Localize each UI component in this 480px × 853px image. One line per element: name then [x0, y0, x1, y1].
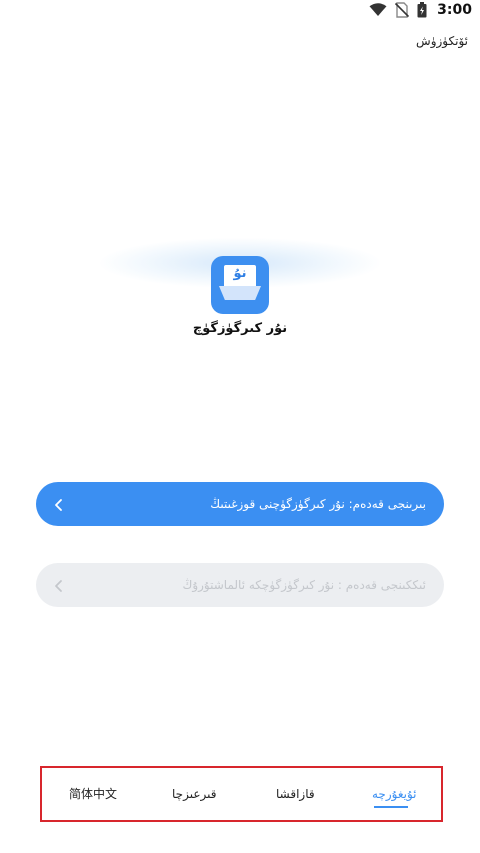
- language-option-kazakh[interactable]: قازاقشا: [276, 768, 315, 820]
- selected-language-indicator: [374, 806, 408, 808]
- battery-icon: [417, 2, 427, 18]
- status-bar: 3:00: [0, 0, 480, 24]
- chevron-left-icon: [52, 578, 66, 592]
- language-option-kyrgyz[interactable]: قىرعىزچا: [172, 768, 216, 820]
- app-name: نۇر كىرگۈزگۈچ: [192, 321, 288, 336]
- logo-text: نۇ: [233, 266, 247, 281]
- language-option-chinese[interactable]: 简体中文: [69, 768, 117, 820]
- skip-button[interactable]: ئۆتكۈزۈش: [416, 34, 468, 48]
- keyboard-icon: [219, 286, 261, 300]
- enable-keyboard-label: بىرىنجى قەدەم: نۇر كىرگۈزگۈچنى قوزغىتىڭ: [210, 497, 426, 511]
- no-sim-icon: [395, 2, 410, 18]
- language-selector: 简体中文 قىرعىزچا قازاقشا ئۇيغۇرچە: [40, 766, 443, 822]
- switch-keyboard-label: ئىككىنجى قەدەم : نۇر كىرگۈزگۈچكە ئالماشت…: [182, 578, 426, 592]
- switch-keyboard-button[interactable]: ئىككىنجى قەدەم : نۇر كىرگۈزگۈچكە ئالماشت…: [36, 563, 444, 607]
- chevron-left-icon: [52, 497, 66, 511]
- language-option-uyghur[interactable]: ئۇيغۇرچە: [372, 768, 417, 820]
- status-time: 3:00: [437, 2, 472, 18]
- enable-keyboard-button[interactable]: بىرىنجى قەدەم: نۇر كىرگۈزگۈچنى قوزغىتىڭ: [36, 482, 444, 526]
- wifi-icon: [369, 3, 387, 17]
- status-icons: 3:00: [369, 2, 472, 18]
- app-logo: نۇ: [211, 256, 269, 314]
